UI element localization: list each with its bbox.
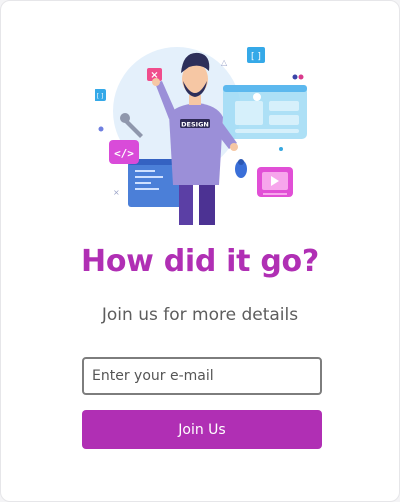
browser-panel-graphic	[223, 85, 307, 139]
page-title: How did it go?	[81, 244, 319, 279]
svg-text:[ ]: [ ]	[251, 52, 261, 62]
svg-text:[ ]: [ ]	[97, 93, 104, 100]
svg-text:</>: </>	[114, 147, 134, 160]
svg-text:DESIGN: DESIGN	[181, 121, 209, 129]
designer-illustration: × △ [ ] [ ] </> × DESIGN	[95, 47, 307, 225]
svg-text:△: △	[221, 58, 228, 67]
email-input[interactable]	[82, 357, 322, 395]
join-button[interactable]: Join Us	[82, 410, 322, 449]
subscribe-card: × △ [ ] [ ] </> × DESIGN How did it go? …	[0, 0, 400, 502]
svg-text:×: ×	[113, 188, 120, 197]
page-subtitle: Join us for more details	[101, 305, 299, 325]
video-player-graphic	[257, 167, 293, 197]
